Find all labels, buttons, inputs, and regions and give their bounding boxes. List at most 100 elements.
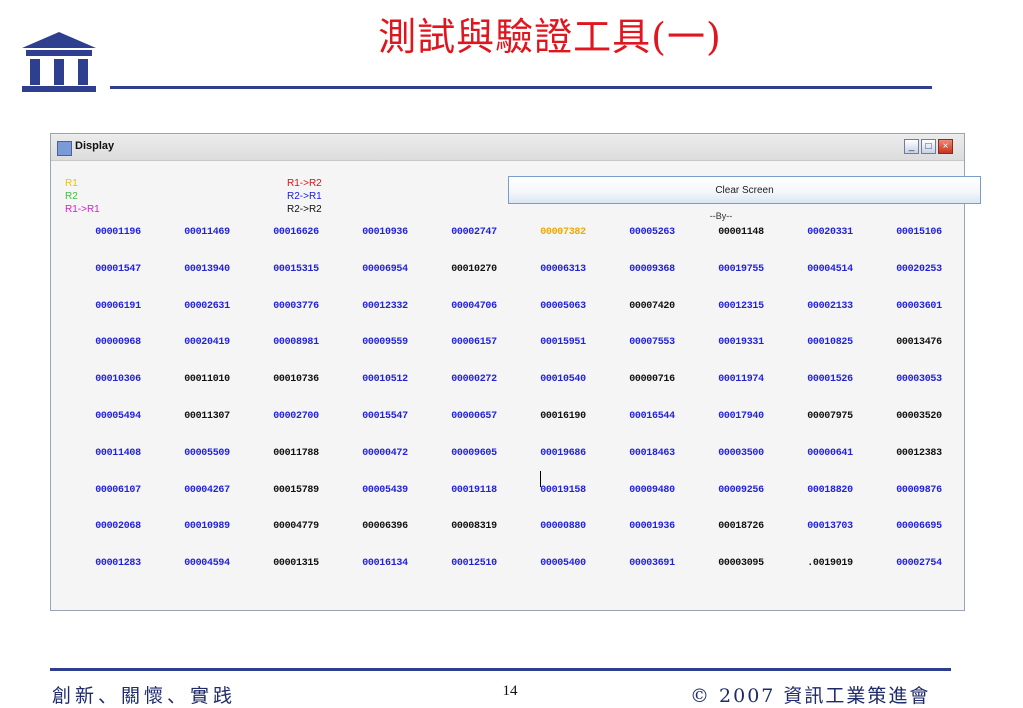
grid-cell: 00020419 (184, 337, 230, 349)
grid-cell: 00002068 (95, 521, 141, 533)
grid-cell: 00010989 (184, 521, 230, 533)
logo-icon (22, 32, 96, 92)
grid-cell: 00015789 (273, 484, 319, 496)
grid-cell: 00006157 (451, 337, 497, 349)
grid-cell: 00008319 (451, 521, 497, 533)
window-title: Display (75, 140, 115, 152)
grid-cell: 00005263 (629, 227, 675, 238)
grid-cell: 00003500 (718, 447, 764, 459)
footer-divider (50, 668, 951, 671)
grid-cell: 00012383 (896, 447, 942, 459)
grid-cell: 00010512 (362, 374, 408, 386)
clear-screen-label: Clear Screen (715, 185, 774, 196)
maximize-button[interactable]: □ (921, 139, 936, 154)
grid-cell: 00001196 (95, 227, 141, 238)
grid-cell: 00016190 (540, 411, 586, 422)
slide-title: 測試與驗證工具(一) (378, 15, 722, 59)
window-titlebar[interactable]: Display _ □ × (51, 134, 964, 161)
grid-cell: 00007553 (629, 337, 675, 349)
grid-cell: 00020253 (896, 263, 942, 275)
grid-cell: 00009876 (896, 484, 942, 496)
grid-cell: 00011010 (184, 374, 230, 386)
grid-cell: 00004267 (184, 484, 230, 496)
grid-cell: 00006107 (95, 484, 141, 496)
grid-cell: 00002747 (451, 227, 497, 238)
grid-cell: 00004779 (273, 521, 319, 533)
close-button[interactable]: × (938, 139, 953, 154)
grid-cell: 00006396 (362, 521, 408, 533)
grid-cell: 00015547 (362, 411, 408, 422)
grid-cell: 00019158 (540, 484, 586, 496)
grid-cell: 00002133 (807, 300, 853, 312)
grid-cell: 00003776 (273, 300, 319, 312)
grid-cell: 00006695 (896, 521, 942, 533)
text-cursor-icon (540, 471, 547, 487)
grid-cell: 00013940 (184, 263, 230, 275)
grid-cell: 00010540 (540, 374, 586, 386)
grid-cell: 00012510 (451, 558, 497, 570)
grid-cell: 00019755 (718, 263, 764, 275)
grid-cell: 00004594 (184, 558, 230, 570)
grid-cell: 00003053 (896, 374, 942, 386)
window-content: R1 R2 R1->R1 R1->R2 R2->R1 R2->R2 Clear … (51, 161, 981, 610)
grid-cell: 00012315 (718, 300, 764, 312)
grid-cell: 00001547 (95, 263, 141, 275)
grid-cell: 00019331 (718, 337, 764, 349)
grid-cell: 00007382 (540, 227, 586, 238)
grid-cell: .0019019 (807, 558, 853, 570)
grid-cell: 00000716 (629, 374, 675, 386)
grid-cell: 00013476 (896, 337, 942, 349)
grid-cell: 00011307 (184, 411, 230, 422)
grid-cell: 00001283 (95, 558, 141, 570)
grid-cell: 00006954 (362, 263, 408, 275)
grid-cell: 00003601 (896, 300, 942, 312)
grid-cell: 00015951 (540, 337, 586, 349)
grid-cell: 00004514 (807, 263, 853, 275)
grid-cell: 00018463 (629, 447, 675, 459)
grid-cell: 00007975 (807, 411, 853, 422)
legend-r2: R2 (65, 191, 78, 202)
grid-cell: 00019686 (540, 447, 586, 459)
grid-cell: 00016626 (273, 227, 319, 238)
grid-cell: 00006191 (95, 300, 141, 312)
grid-cell: 00000641 (807, 447, 853, 459)
grid-cell: 00001936 (629, 521, 675, 533)
grid-cell: 00019118 (451, 484, 497, 496)
grid-cell: 00009480 (629, 484, 675, 496)
grid-cell: 00005509 (184, 447, 230, 459)
grid-cell: 00016544 (629, 411, 675, 422)
grid-cell: 00010736 (273, 374, 319, 386)
grid-cell: 00009256 (718, 484, 764, 496)
grid-cell: 00002700 (273, 411, 319, 422)
grid-cell: 00010936 (362, 227, 408, 238)
grid-cell: 00007420 (629, 300, 675, 312)
clear-screen-button[interactable]: Clear Screen (508, 176, 981, 204)
grid-cell: 00001526 (807, 374, 853, 386)
grid-cell: 00009605 (451, 447, 497, 459)
grid-cell: 00002631 (184, 300, 230, 312)
grid-cell: 00004706 (451, 300, 497, 312)
title-divider (110, 86, 932, 89)
legend-r2-r2: R2->R2 (287, 204, 322, 215)
grid-cell: 00017940 (718, 411, 764, 422)
grid-cell: 00005400 (540, 558, 586, 570)
grid-cell: 00009559 (362, 337, 408, 349)
grid-cell: 00005439 (362, 484, 408, 496)
grid-cell: 00003095 (718, 558, 764, 570)
grid-cell: 00003520 (896, 411, 942, 422)
grid-cell: 00002754 (896, 558, 942, 570)
by-label: --By-- (709, 211, 733, 221)
grid-cell: 00011408 (95, 447, 141, 459)
grid-cell: 00012332 (362, 300, 408, 312)
grid-cell: 00020331 (807, 227, 853, 238)
grid-cell: 00011788 (273, 447, 319, 459)
grid-cell: 00006313 (540, 263, 586, 275)
grid-cell: 00016134 (362, 558, 408, 570)
grid-cell: 00009368 (629, 263, 675, 275)
footer-copyright: © 2007 資訊工業策進會 (690, 685, 931, 707)
minimize-button[interactable]: _ (904, 139, 919, 154)
grid-cell: 00010306 (95, 374, 141, 386)
page-number: 14 (502, 683, 518, 699)
grid-cell: 00010825 (807, 337, 853, 349)
grid-cell: 00015106 (896, 227, 942, 238)
